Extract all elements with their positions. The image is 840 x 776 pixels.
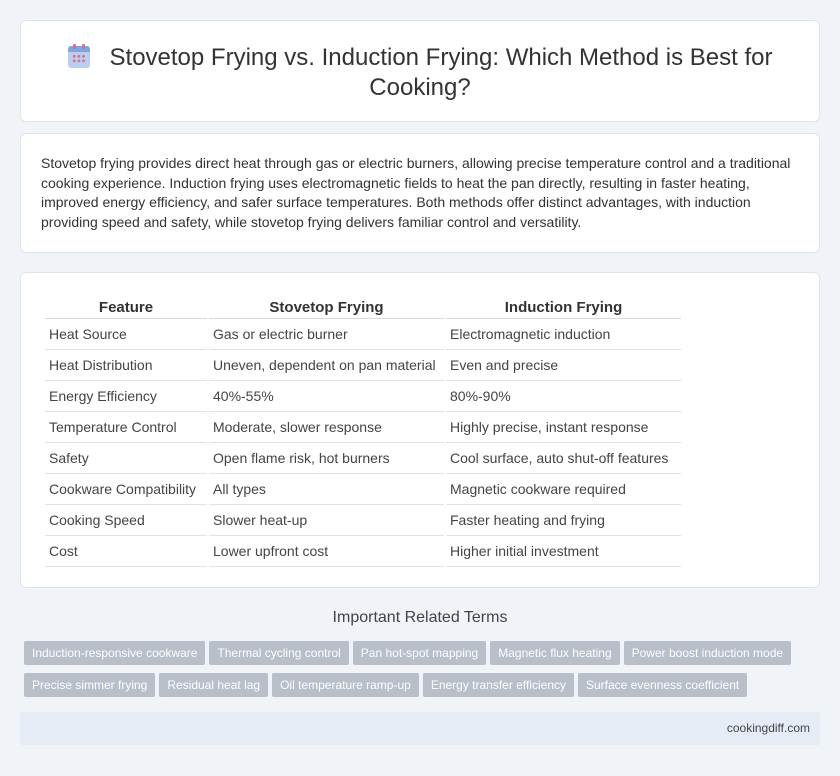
summary-text: Stovetop frying provides direct heat thr…: [41, 155, 791, 230]
table-cell: Cooking Speed: [45, 505, 207, 536]
comparison-table: Feature Stovetop Frying Induction Frying…: [43, 295, 683, 567]
table-cell: Temperature Control: [45, 412, 207, 443]
table-row: Heat Source Gas or electric burner Electro…: [45, 319, 681, 350]
related-term-tag[interactable]: Precise simmer frying: [24, 673, 156, 697]
table-cell: Safety: [45, 443, 207, 474]
column-header-stovetop: Stovetop Frying: [209, 295, 444, 319]
page-title: Stovetop Frying vs. Induction Frying: Wh…: [109, 44, 773, 101]
table-cell: Gas or electric burner: [209, 319, 444, 350]
table-cell: Faster heating and frying: [446, 505, 681, 536]
related-term-tag[interactable]: Residual heat lag: [159, 673, 269, 697]
table-cell: Uneven, dependent on pan material: [209, 350, 444, 381]
table-cell: Cookware Compatibility: [45, 474, 207, 505]
related-term-tag[interactable]: Pan hot-spot mapping: [352, 641, 487, 665]
calendar-icon: [67, 44, 90, 68]
table-row: Cooking Speed Slower heat-up Faster heatin…: [45, 505, 681, 536]
table-row: Cost Lower upfront cost Higher initial inv…: [45, 536, 681, 567]
table-cell: Moderate, slower response: [209, 412, 444, 443]
related-terms-title: Important Related Terms: [332, 609, 508, 626]
table-cell: Cost: [45, 536, 207, 567]
column-header-feature: Feature: [45, 295, 207, 319]
footer-site: cookingdiff.com: [726, 721, 810, 735]
table-cell: Even and precise: [446, 350, 681, 381]
related-term-tag[interactable]: Thermal cycling control: [209, 641, 349, 665]
summary-card: Stovetop frying provides direct heat thr…: [20, 133, 820, 253]
related-term-tag[interactable]: Oil temperature ramp-up: [272, 673, 419, 697]
table-cell: Open flame risk, hot burners: [209, 443, 444, 474]
table-cell: Lower upfront cost: [209, 536, 444, 567]
header-card: Stovetop Frying vs. Induction Frying: Wh…: [20, 20, 820, 122]
table-cell: Energy Efficiency: [45, 381, 207, 412]
table-row: Heat Distribution Uneven, dependent on pa…: [45, 350, 681, 381]
table-row: Temperature Control Moderate, slower resp…: [45, 412, 681, 443]
table-cell: 80%-90%: [446, 381, 681, 412]
related-terms-list: Induction-responsive cookware Thermal cyc…: [24, 641, 814, 705]
related-term-tag[interactable]: Surface evenness coefficient: [578, 673, 748, 697]
footer: cookingdiff.com: [20, 712, 820, 745]
table-cell: Heat Distribution: [45, 350, 207, 381]
table-cell: Cool surface, auto shut-off features: [446, 443, 681, 474]
table-row: Cookware Compatibility All types Magnetic …: [45, 474, 681, 505]
table-cell: Heat Source: [45, 319, 207, 350]
table-cell: Higher initial investment: [446, 536, 681, 567]
related-term-tag[interactable]: Energy transfer efficiency: [422, 673, 574, 697]
table-cell: All types: [209, 474, 444, 505]
related-term-tag[interactable]: Power boost induction mode: [623, 641, 792, 665]
related-term-tag[interactable]: Induction-responsive cookware: [24, 641, 206, 665]
table-header-row: Feature Stovetop Frying Induction Frying: [45, 295, 681, 319]
table-cell: Magnetic cookware required: [446, 474, 681, 505]
related-term-tag[interactable]: Magnetic flux heating: [490, 641, 620, 665]
table-row: Energy Efficiency 40%-55% 80%-90%: [45, 381, 681, 412]
table-row: Safety Open flame risk, hot burners Cool s…: [45, 443, 681, 474]
column-header-induction: Induction Frying: [446, 295, 681, 319]
table-cell: Slower heat-up: [209, 505, 444, 536]
comparison-card: Feature Stovetop Frying Induction Frying…: [20, 272, 820, 588]
page-title-wrap: Stovetop Frying vs. Induction Frying: Wh…: [61, 43, 779, 103]
table-cell: Electromagnetic induction: [446, 319, 681, 350]
table-cell: 40%-55%: [209, 381, 444, 412]
table-cell: Highly precise, instant response: [446, 412, 681, 443]
